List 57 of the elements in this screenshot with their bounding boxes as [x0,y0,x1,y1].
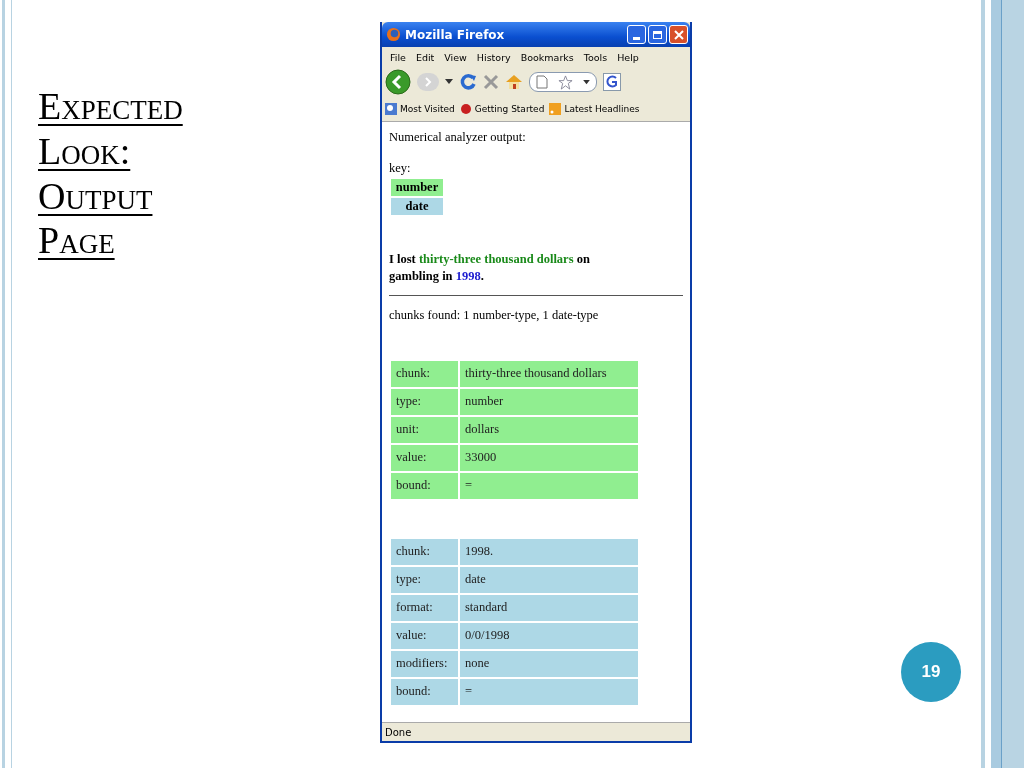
table-cell: date [460,566,638,593]
menu-item[interactable]: Tools [578,51,613,63]
legend-item: date [391,198,443,215]
table-cell: value: [391,444,458,471]
table-cell: dollars [460,416,638,443]
table-cell: type: [391,388,458,415]
table-cell: chunk: [391,360,458,387]
bookmark-item[interactable]: Latest Headlines [549,103,640,115]
reload-icon[interactable] [459,73,477,91]
bookmark-item[interactable]: Getting Started [459,103,545,115]
table-cell: thirty-three thousand dollars [460,360,638,387]
caret-icon[interactable] [445,79,453,85]
page-heading: Numerical analyzer output: [389,130,527,145]
key-label: key: [389,161,412,176]
search-engine-icon[interactable] [603,73,621,91]
table-cell: number [460,388,638,415]
window-title: Mozilla Firefox [405,27,506,42]
menu-item[interactable]: Bookmarks [515,51,579,63]
table-cell: = [460,472,638,499]
table-cell: 0/0/1998 [460,622,638,649]
table-cell: 33000 [460,444,638,471]
table-cell: bound: [391,472,458,499]
table-cell: type: [391,566,458,593]
legend-item: number [391,179,443,196]
page-icon [536,75,548,89]
table-cell: modifiers: [391,650,458,677]
home-icon[interactable] [505,74,523,90]
status-text: Done [385,726,412,738]
star-icon[interactable] [558,74,573,90]
table-cell: none [460,650,638,677]
table-cell: format: [391,594,458,621]
back-button[interactable] [385,69,411,95]
analyzed-sentence: I lost thirty-three thousand dollars on gambling in 1998. [389,251,591,285]
stop-icon[interactable] [483,74,499,90]
slide-title: Expected Look: Output Page [38,84,184,264]
menu-item[interactable]: History [471,51,516,63]
table-cell: = [460,678,638,705]
table-cell: standard [460,594,638,621]
close-icon[interactable] [673,29,684,40]
menu-item[interactable]: File [385,51,411,63]
chunks-summary: chunks found: 1 number-type, 1 date-type [389,307,600,323]
rss-icon [549,103,562,115]
menu-item[interactable]: Edit [410,51,440,63]
menu-item[interactable]: View [439,51,472,63]
table-cell: bound: [391,678,458,705]
table-cell: unit: [391,416,458,443]
table-cell: chunk: [391,538,458,565]
table-cell: value: [391,622,458,649]
caret-icon[interactable] [583,79,590,85]
page-number: 19 [901,642,961,702]
menu-item[interactable]: Help [612,51,644,63]
maximize-button[interactable] [648,25,667,44]
close-button[interactable] [669,25,688,44]
minimize-button[interactable] [627,25,646,44]
bookmark-item[interactable]: Most Visited [385,103,455,115]
table-cell: 1998. [460,538,638,565]
address-field[interactable] [529,72,597,92]
